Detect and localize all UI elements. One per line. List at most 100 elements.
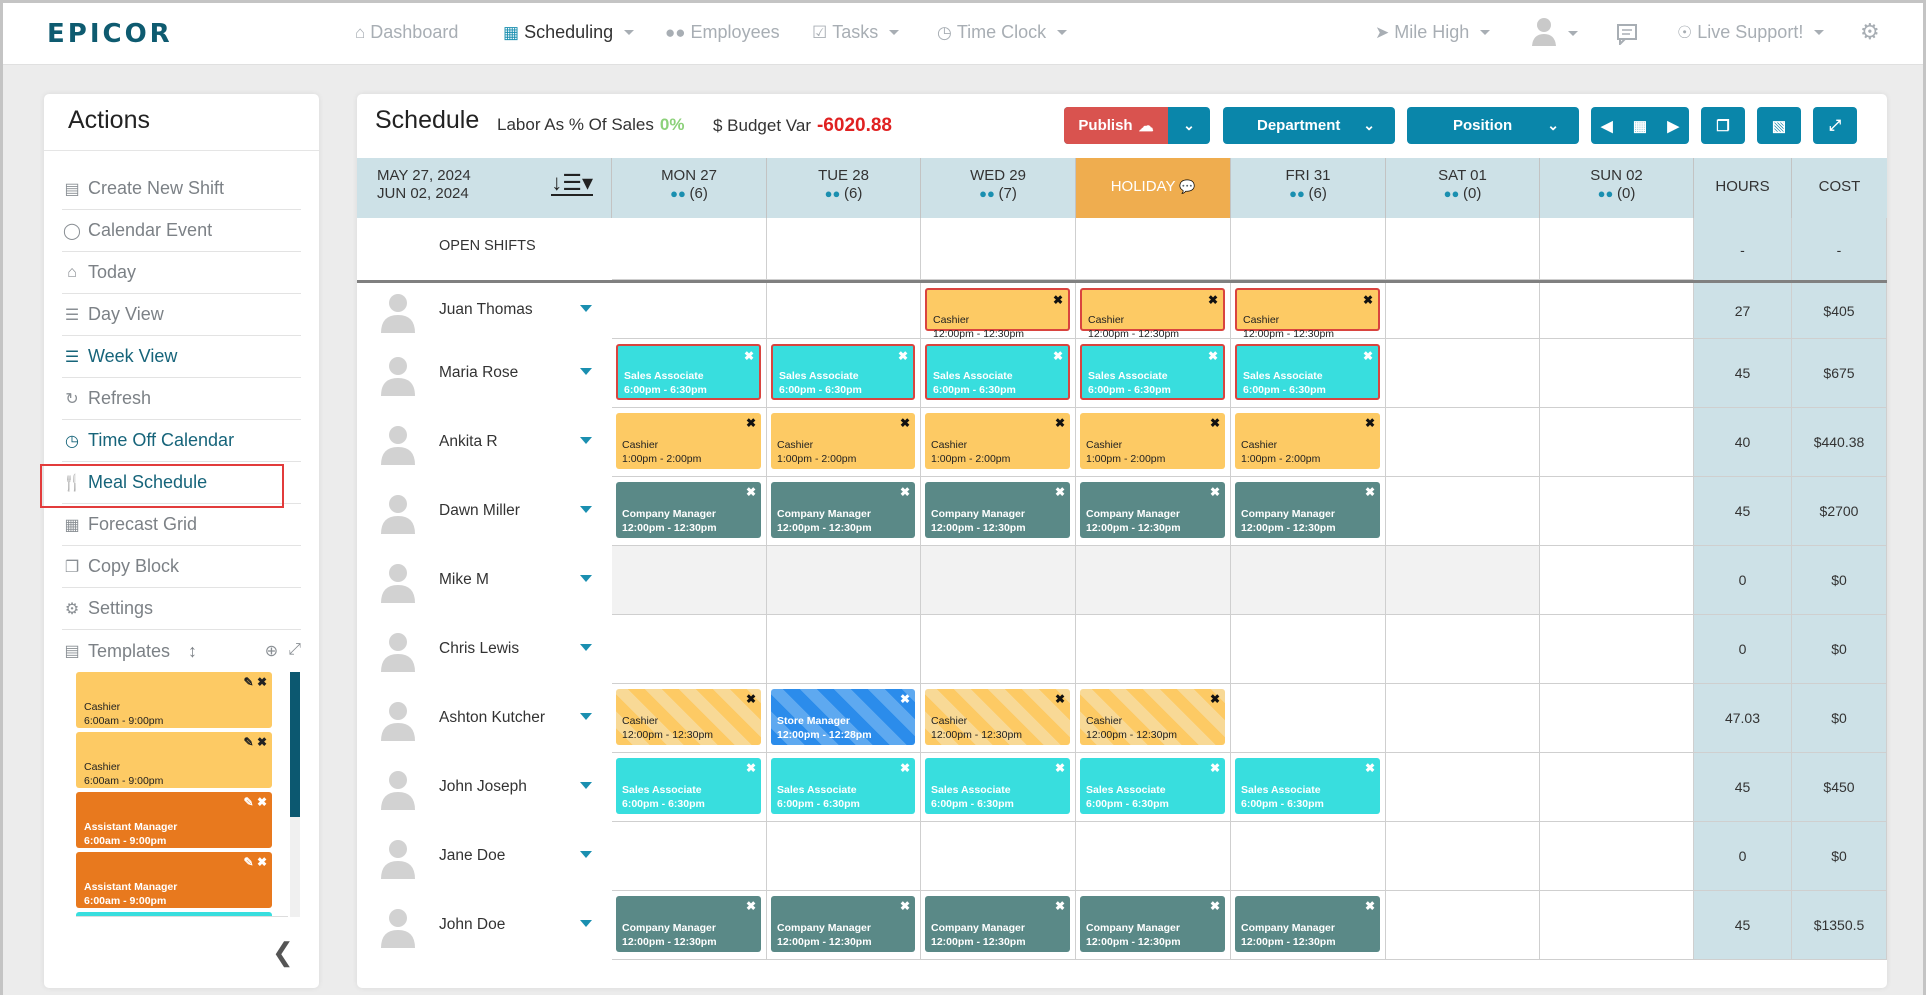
open-shift-cell[interactable] [767,218,921,280]
user-menu[interactable] [1531,16,1578,46]
schedule-cell[interactable] [612,615,767,684]
scrollbar-thumb[interactable] [290,672,300,817]
nav-dashboard[interactable]: ⌂ Dashboard [355,22,458,43]
schedule-cell[interactable] [1386,283,1540,339]
publish-button[interactable]: Publish ☁ [1064,107,1168,144]
schedule-cell[interactable] [1386,891,1540,960]
schedule-cell[interactable]: ✖ Sales Associate 6:00pm - 6:30pm [1076,753,1231,822]
shift-block[interactable]: ✖ Cashier 1:00pm - 2:00pm [1080,413,1225,469]
close-icon[interactable]: ✖ [1210,692,1220,706]
action-time-off-calendar[interactable]: ◷ Time Off Calendar [62,420,301,462]
action-day-view[interactable]: ☰ Day View [62,294,301,336]
open-shift-cell[interactable] [1231,218,1386,280]
schedule-cell[interactable] [1386,477,1540,546]
epicor-logo[interactable]: EPICOR [47,19,173,49]
schedule-cell[interactable]: ✖ Company Manager 12:00pm - 12:30pm [1231,891,1386,960]
position-dropdown[interactable]: Position ⌄ [1407,107,1579,144]
schedule-cell[interactable]: ✖ Company Manager 12:00pm - 12:30pm [1231,477,1386,546]
schedule-cell[interactable] [1386,339,1540,408]
close-icon[interactable]: ✖ [744,349,754,363]
schedule-cell[interactable] [1540,891,1694,960]
schedule-cell[interactable]: ✖ Cashier 1:00pm - 2:00pm [921,408,1076,477]
department-dropdown[interactable]: Department ⌄ [1223,107,1395,144]
schedule-cell[interactable]: ✖ Store Manager 12:00pm - 12:28pm [767,684,921,753]
close-icon[interactable]: ✖ [746,416,756,430]
close-icon[interactable]: ✖ [257,855,267,869]
employee-name[interactable]: Dawn Miller [439,502,520,520]
close-icon[interactable]: ✖ [1210,761,1220,775]
schedule-cell[interactable]: ✖ Cashier 12:00pm - 12:30pm [1231,283,1386,340]
shift-block[interactable]: ✖ Company Manager 12:00pm - 12:30pm [1235,482,1380,538]
calendar-picker-icon[interactable]: ▦ [1633,117,1647,135]
schedule-cell[interactable]: ✖ Sales Associate 6:00pm - 6:30pm [921,339,1076,408]
employee-name[interactable]: Maria Rose [439,364,518,382]
employee-menu-caret-icon[interactable] [580,643,592,651]
location-selector[interactable]: ➤ Mile High [1375,22,1491,43]
schedule-cell[interactable] [1386,684,1540,753]
template-item[interactable] [76,912,272,916]
schedule-cell[interactable]: ✖ Company Manager 12:00pm - 12:30pm [612,477,767,546]
nav-scheduling[interactable]: ▦ Scheduling [503,22,635,43]
close-icon[interactable]: ✖ [1208,293,1218,307]
close-icon[interactable]: ✖ [1365,761,1375,775]
employee-menu-caret-icon[interactable] [580,305,592,312]
action-create-new-shift[interactable]: ▤ Create New Shift [62,168,301,210]
shift-block[interactable]: ✖ Company Manager 12:00pm - 12:30pm [616,482,761,538]
schedule-cell[interactable] [1386,408,1540,477]
schedule-cell[interactable]: ✖ Cashier 12:00pm - 12:30pm [612,684,767,753]
close-icon[interactable]: ✖ [1055,485,1065,499]
resize-vertical-icon[interactable]: ↕ [188,641,197,662]
schedule-cell[interactable] [1540,684,1694,753]
employee-name[interactable]: Chris Lewis [439,640,519,658]
export-excel-button[interactable]: ▧ [1757,107,1801,144]
close-icon[interactable]: ✖ [1365,899,1375,913]
shift-block[interactable]: ✖ Cashier 12:00pm - 12:30pm [925,288,1070,340]
schedule-cell[interactable] [1386,753,1540,822]
shift-block[interactable]: ✖ Company Manager 12:00pm - 12:30pm [1080,482,1225,538]
shift-block[interactable]: ✖ Cashier 12:00pm - 12:30pm [1235,288,1380,340]
add-template-icon[interactable]: ⊕ [265,641,278,661]
close-icon[interactable]: ✖ [900,416,910,430]
schedule-cell[interactable]: ✖ Cashier 1:00pm - 2:00pm [1231,408,1386,477]
shift-block[interactable]: ✖ Company Manager 12:00pm - 12:30pm [771,896,915,952]
template-item[interactable]: ✎ ✖ Cashier 6:00am - 9:00pm [76,732,272,788]
schedule-cell[interactable] [1386,822,1540,891]
close-icon[interactable]: ✖ [1363,349,1373,363]
schedule-cell[interactable]: ✖ Sales Associate 6:00pm - 6:30pm [767,753,921,822]
shift-block[interactable]: ✖ Cashier 1:00pm - 2:00pm [616,413,761,469]
copy-schedule-button[interactable]: ❐ [1701,107,1745,144]
close-icon[interactable]: ✖ [900,899,910,913]
schedule-cell[interactable]: ✖ Cashier 12:00pm - 12:30pm [1076,283,1231,340]
live-support-menu[interactable]: ☉ Live Support! [1677,22,1825,43]
schedule-cell[interactable]: ✖ Sales Associate 6:00pm - 6:30pm [767,339,921,408]
action-week-view[interactable]: ☰ Week View [62,336,301,378]
nav-employees[interactable]: ●● Employees [665,22,780,43]
schedule-cell[interactable] [921,822,1076,891]
open-shift-cell[interactable] [1540,218,1694,280]
open-shift-cell[interactable] [921,218,1076,280]
shift-block[interactable]: ✖ Cashier 12:00pm - 12:30pm [616,689,761,745]
schedule-cell[interactable]: ✖ Sales Associate 6:00pm - 6:30pm [1076,339,1231,408]
close-icon[interactable]: ✖ [1210,416,1220,430]
schedule-cell[interactable]: ✖ Company Manager 12:00pm - 12:30pm [1076,477,1231,546]
edit-icon[interactable]: ✎ [244,735,254,749]
shift-block[interactable]: ✖ Sales Associate 6:00pm - 6:30pm [1080,344,1225,400]
close-icon[interactable]: ✖ [1055,899,1065,913]
shift-block[interactable]: ✖ Company Manager 12:00pm - 12:30pm [616,896,761,952]
schedule-cell[interactable] [767,615,921,684]
close-icon[interactable]: ✖ [900,761,910,775]
employee-name[interactable]: Ashton Kutcher [439,709,545,727]
schedule-cell[interactable]: ✖ Cashier 1:00pm - 2:00pm [612,408,767,477]
close-icon[interactable]: ✖ [1055,692,1065,706]
schedule-cell[interactable] [612,822,767,891]
action-calendar-event[interactable]: ◯ Calendar Event [62,210,301,252]
shift-block[interactable]: ✖ Sales Associate 6:00pm - 6:30pm [1235,344,1380,400]
schedule-cell[interactable] [1386,546,1540,615]
schedule-cell[interactable] [767,822,921,891]
employee-name[interactable]: Juan Thomas [439,301,533,319]
schedule-cell[interactable] [1540,546,1694,615]
schedule-cell[interactable] [1540,822,1694,891]
shift-block[interactable]: ✖ Sales Associate 6:00pm - 6:30pm [616,344,761,400]
edit-icon[interactable]: ✎ [244,675,254,689]
sort-icon[interactable]: ↓☰▾ [551,172,593,196]
